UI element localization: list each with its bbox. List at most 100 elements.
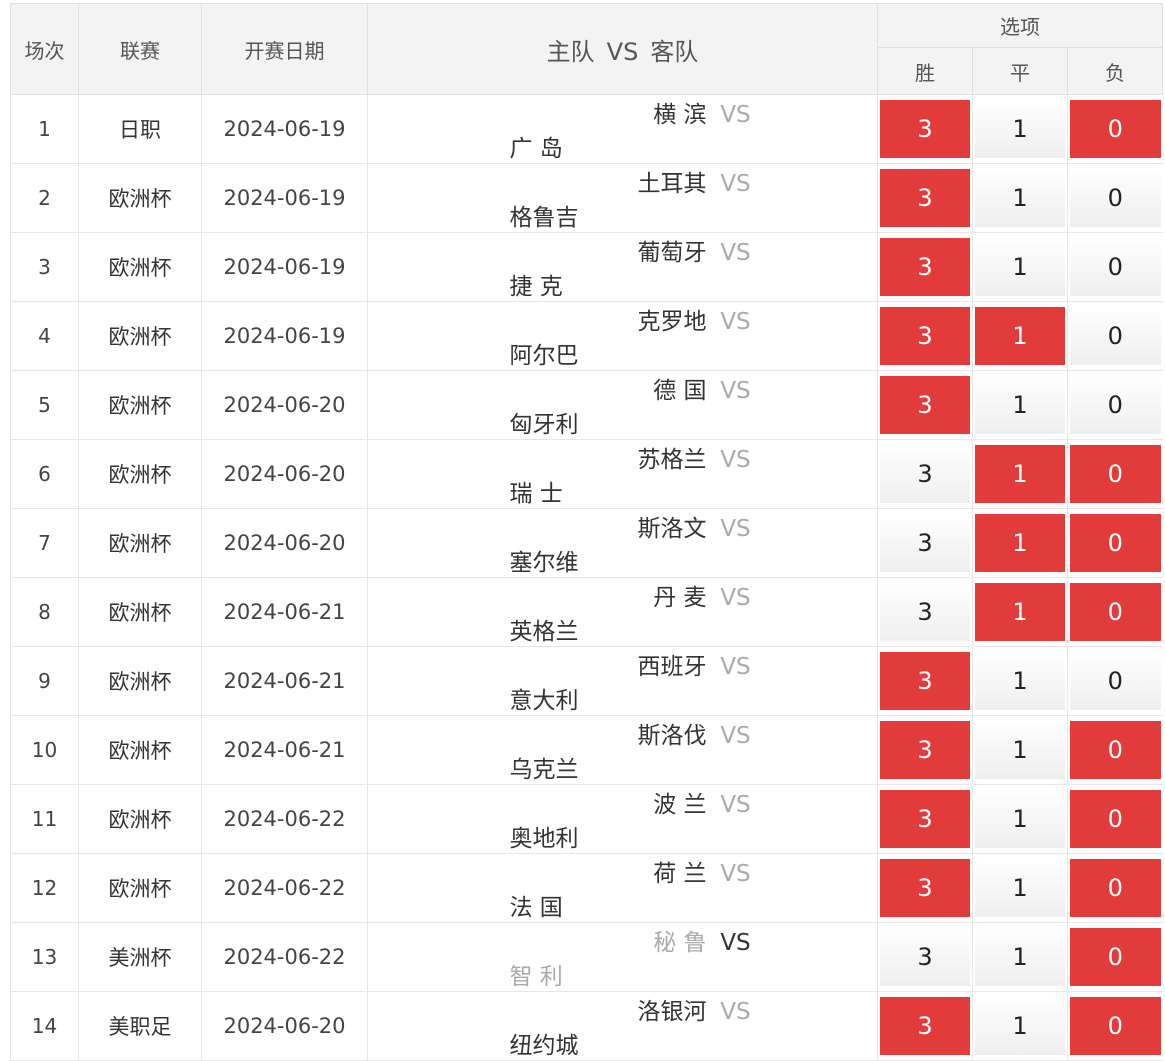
away-team: 英格兰 bbox=[509, 619, 579, 645]
option-draw-button[interactable]: 1 bbox=[975, 100, 1065, 158]
vs-label: VS bbox=[720, 930, 751, 956]
option-lose-button[interactable]: 0 bbox=[1070, 100, 1161, 158]
option-draw-button[interactable]: 1 bbox=[975, 652, 1065, 710]
match-league: 欧洲杯 bbox=[78, 646, 202, 716]
option-win-cell: 3 bbox=[877, 163, 973, 233]
option-lose-button[interactable]: 0 bbox=[1070, 997, 1161, 1055]
option-lose-button[interactable]: 0 bbox=[1070, 514, 1161, 572]
match-teams: 苏格兰 VS 瑞 士 bbox=[367, 439, 878, 509]
vs-label: VS bbox=[720, 102, 751, 128]
option-lose-button[interactable]: 0 bbox=[1070, 859, 1161, 917]
option-draw-cell: 1 bbox=[972, 715, 1068, 785]
option-win-button[interactable]: 3 bbox=[880, 445, 970, 503]
table-row: 5 欧洲杯 2024-06-20 德 国 VS 匈牙利 3 1 0 bbox=[10, 370, 1163, 440]
option-draw-button[interactable]: 1 bbox=[975, 445, 1065, 503]
match-league: 欧洲杯 bbox=[78, 163, 202, 233]
option-draw-button[interactable]: 1 bbox=[975, 997, 1065, 1055]
option-lose-button[interactable]: 0 bbox=[1070, 790, 1161, 848]
match-index: 13 bbox=[10, 922, 79, 992]
option-draw-button[interactable]: 1 bbox=[975, 928, 1065, 986]
option-win-button[interactable]: 3 bbox=[880, 721, 970, 779]
option-lose-button[interactable]: 0 bbox=[1070, 928, 1161, 986]
option-win-cell: 3 bbox=[877, 301, 973, 371]
option-lose-cell: 0 bbox=[1066, 853, 1163, 923]
option-win-cell: 3 bbox=[877, 439, 973, 509]
option-lose-button[interactable]: 0 bbox=[1070, 652, 1161, 710]
away-team: 法 国 bbox=[509, 895, 563, 921]
option-lose-button[interactable]: 0 bbox=[1070, 376, 1161, 434]
match-league: 欧洲杯 bbox=[78, 853, 202, 923]
match-league: 欧洲杯 bbox=[78, 508, 202, 578]
vs-label: VS bbox=[720, 999, 751, 1025]
option-lose-cell: 0 bbox=[1066, 991, 1163, 1061]
option-win-button[interactable]: 3 bbox=[880, 514, 970, 572]
header-draw: 平 bbox=[972, 47, 1068, 95]
match-teams: 斯洛伐 VS 乌克兰 bbox=[367, 715, 878, 785]
option-lose-button[interactable]: 0 bbox=[1070, 583, 1161, 641]
option-win-button[interactable]: 3 bbox=[880, 928, 970, 986]
table-row: 1 日职 2024-06-19 横 滨 VS广 岛310 bbox=[10, 94, 1163, 164]
option-draw-button[interactable]: 1 bbox=[975, 721, 1065, 779]
option-draw-button[interactable]: 1 bbox=[975, 238, 1065, 296]
table-row: 14 美职足 2024-06-20 洛银河 VS 纽约城 3 1 0 bbox=[10, 991, 1163, 1061]
option-draw-button[interactable]: 1 bbox=[975, 859, 1065, 917]
away-team: 捷 克 bbox=[509, 274, 563, 300]
option-win-button[interactable]: 3 bbox=[880, 376, 970, 434]
home-team: 丹 麦 bbox=[653, 585, 707, 611]
match-teams: 洛银河 VS 纽约城 bbox=[367, 991, 878, 1061]
option-draw-cell: 1 bbox=[972, 991, 1068, 1061]
match-teams: 克罗地 VS 阿尔巴 bbox=[367, 301, 878, 371]
option-lose-button[interactable]: 0 bbox=[1070, 445, 1161, 503]
option-lose-button[interactable]: 0 bbox=[1070, 307, 1161, 365]
vs-label: VS bbox=[720, 585, 751, 611]
option-draw-button[interactable]: 1 bbox=[975, 376, 1065, 434]
option-win-button[interactable]: 3 bbox=[880, 997, 970, 1055]
header-lose: 负 bbox=[1066, 47, 1164, 95]
header-win: 胜 bbox=[877, 47, 973, 95]
header-index: 场次 bbox=[10, 3, 79, 95]
option-draw-button[interactable]: 1 bbox=[975, 514, 1065, 572]
match-index: 6 bbox=[10, 439, 79, 509]
match-league: 欧洲杯 bbox=[78, 232, 202, 302]
away-team: 乌克兰 bbox=[509, 757, 579, 783]
away-team: 意大利 bbox=[509, 688, 579, 714]
option-win-button[interactable]: 3 bbox=[880, 859, 970, 917]
option-lose-button[interactable]: 0 bbox=[1070, 238, 1161, 296]
option-draw-button[interactable]: 1 bbox=[975, 169, 1065, 227]
match-teams: 横 滨 VS 广 岛 bbox=[367, 94, 878, 164]
option-win-button[interactable]: 3 bbox=[880, 100, 970, 158]
match-league: 欧洲杯 bbox=[78, 370, 202, 440]
home-team: 荷 兰 bbox=[653, 861, 707, 887]
match-table: 场次 联赛 开赛日期 主队 VS 客队 选项 胜 平 负 1 日职 2024-06-19… bbox=[10, 3, 1164, 1061]
option-draw-button[interactable]: 1 bbox=[975, 790, 1065, 848]
option-draw-cell: 1 bbox=[972, 163, 1068, 233]
match-teams: 西班牙 VS 意大利 bbox=[367, 646, 878, 716]
option-win-button[interactable]: 3 bbox=[880, 790, 970, 848]
match-league: 欧洲杯 bbox=[78, 715, 202, 785]
match-index: 4 bbox=[10, 301, 79, 371]
table-row: 11 欧洲杯 2024-06-22 波 兰 VS 奥地利 3 1 0 bbox=[10, 784, 1163, 854]
option-draw-button[interactable]: 1 bbox=[975, 583, 1065, 641]
option-win-cell: 3 bbox=[877, 508, 973, 578]
option-win-button[interactable]: 3 bbox=[880, 238, 970, 296]
option-lose-button[interactable]: 0 bbox=[1070, 721, 1161, 779]
option-draw-button[interactable]: 1 bbox=[975, 307, 1065, 365]
option-win-button[interactable]: 3 bbox=[880, 169, 970, 227]
option-win-button[interactable]: 3 bbox=[880, 307, 970, 365]
vs-label: VS bbox=[720, 654, 751, 680]
match-teams: 秘 鲁 VS 智 利 bbox=[367, 922, 878, 992]
option-lose-button[interactable]: 0 bbox=[1070, 169, 1161, 227]
option-win-cell: 3 bbox=[877, 577, 973, 647]
match-index: 3 bbox=[10, 232, 79, 302]
away-team: 瑞 士 bbox=[509, 481, 563, 507]
option-win-button[interactable]: 3 bbox=[880, 583, 970, 641]
option-win-cell: 3 bbox=[877, 715, 973, 785]
option-win-button[interactable]: 3 bbox=[880, 652, 970, 710]
home-team: 横 滨 bbox=[653, 102, 707, 128]
match-teams: 土耳其 VS 格鲁吉 bbox=[367, 163, 878, 233]
match-league: 美职足 bbox=[78, 991, 202, 1061]
option-lose-cell: 0 bbox=[1066, 646, 1163, 716]
option-win-cell: 3 bbox=[877, 646, 973, 716]
match-index: 7 bbox=[10, 508, 79, 578]
match-date: 2024-06-19 bbox=[201, 163, 368, 233]
